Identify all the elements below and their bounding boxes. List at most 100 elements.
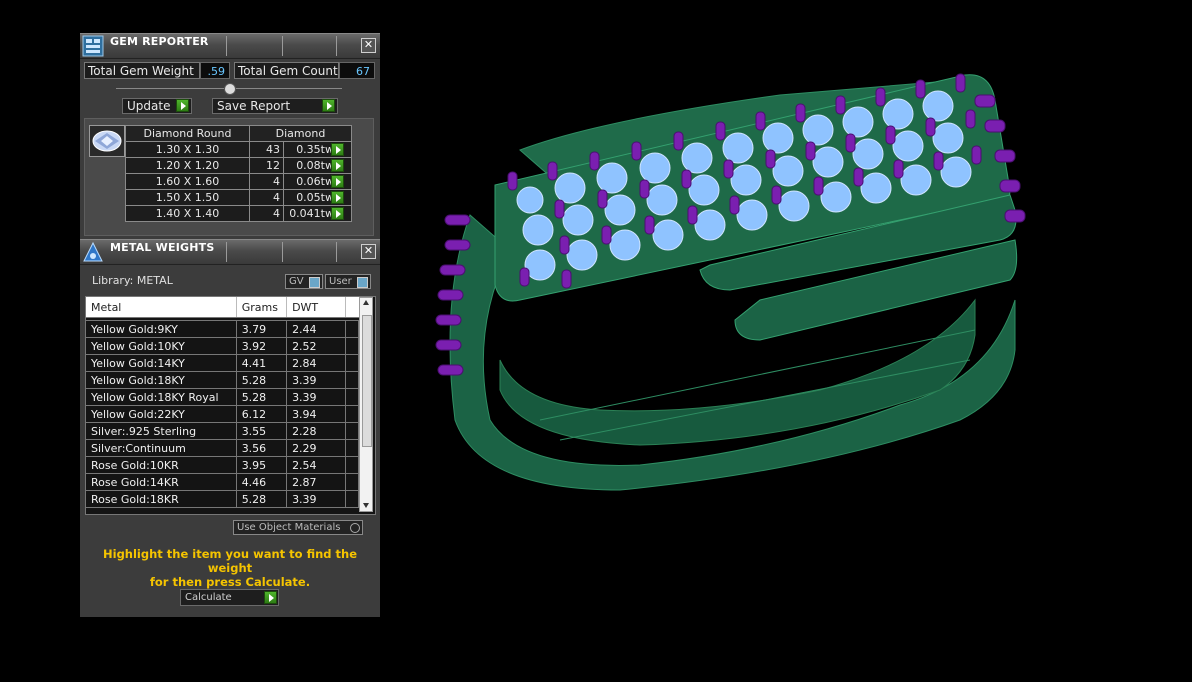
gem-row[interactable]: 1.20 X 1.20 12 0.08tw — [125, 157, 352, 174]
gem-table: Diamond Round Diamond 1.30 X 1.30 43 0.3… — [125, 125, 352, 222]
library-label: Library: METAL — [92, 274, 173, 287]
gem-row-go-icon[interactable] — [331, 191, 344, 204]
user-toggle-label: User — [329, 276, 352, 287]
scroll-thumb[interactable] — [362, 315, 372, 447]
calculate-hint-line-2: for then press Calculate. — [149, 575, 311, 589]
gem-row[interactable]: 1.40 X 1.40 4 0.041tw — [125, 205, 352, 222]
row-extra — [345, 490, 359, 508]
side-prongs — [435, 94, 1026, 376]
gem-count: 4 — [249, 205, 284, 222]
toggle-box-icon — [357, 277, 368, 288]
metal-dwt: 2.44 — [286, 320, 347, 338]
save-report-go-icon[interactable] — [322, 99, 335, 112]
metal-dwt: 2.29 — [286, 439, 347, 457]
col-material-header: Diamond — [249, 125, 352, 142]
total-gem-weight-value: .59 — [200, 62, 230, 79]
metal-grams: 5.28 — [236, 388, 288, 406]
gem-row-go-icon[interactable] — [331, 159, 344, 172]
table-row[interactable]: Silver:Continuum 3.56 2.29 — [86, 439, 359, 457]
gem-row[interactable]: 1.60 X 1.60 4 0.06tw — [125, 173, 352, 190]
metal-name: Yellow Gold:18KY — [86, 371, 237, 389]
row-extra — [345, 473, 359, 491]
row-extra — [345, 422, 359, 440]
metal-table-viewport: Metal Grams DWT Yellow Gold:9KY 3.79 2.44 … — [86, 297, 359, 512]
metal-grams: 5.28 — [236, 490, 288, 508]
close-icon[interactable]: ✕ — [361, 38, 376, 53]
row-extra — [345, 320, 359, 338]
gem-size: 1.20 X 1.20 — [125, 157, 250, 174]
table-row[interactable]: Yellow Gold:18KY 5.28 3.39 — [86, 371, 359, 389]
save-report-button[interactable]: Save Report — [212, 98, 338, 114]
gem-count: 4 — [249, 173, 284, 190]
table-row[interactable]: Rose Gold:18KR 5.28 3.39 — [86, 490, 359, 508]
total-gem-count-label: Total Gem Count — [234, 62, 339, 79]
titlebar-separator — [226, 36, 227, 56]
scroll-down-icon[interactable] — [363, 503, 369, 508]
calculate-hint-line-1: Highlight the item you want to find the … — [103, 547, 357, 575]
use-object-materials-label: Use Object Materials — [237, 522, 341, 533]
titlebar-separator — [282, 36, 283, 56]
metal-dwt: 2.52 — [286, 337, 347, 355]
grams-col-header[interactable]: Grams — [236, 297, 288, 318]
slider-handle-icon[interactable] — [224, 83, 236, 95]
close-icon[interactable]: ✕ — [361, 244, 376, 259]
metal-grams: 3.92 — [236, 337, 288, 355]
table-row[interactable]: Yellow Gold:10KY 3.92 2.52 — [86, 337, 359, 355]
gem-row[interactable]: 1.30 X 1.30 43 0.35tw — [125, 141, 352, 158]
metal-grams: 3.95 — [236, 456, 288, 474]
gem-size: 1.40 X 1.40 — [125, 205, 250, 222]
metal-dwt: 2.54 — [286, 456, 347, 474]
gem-reporter-title: GEM REPORTER — [110, 35, 209, 48]
gem-reporter-icon — [82, 35, 104, 57]
gem-rows — [507, 73, 982, 289]
gem-count: 4 — [249, 189, 284, 206]
gem-reporter-titlebar[interactable]: GEM REPORTER ✕ — [80, 33, 380, 59]
metal-dwt: 2.87 — [286, 473, 347, 491]
metal-col-header[interactable]: Metal — [86, 297, 237, 318]
table-row[interactable]: Silver:.925 Sterling 3.55 2.28 — [86, 422, 359, 440]
metal-name: Rose Gold:14KR — [86, 473, 237, 491]
toggle-box-icon — [309, 277, 320, 288]
gem-row-go-icon[interactable] — [331, 143, 344, 156]
metal-dwt: 3.39 — [286, 490, 347, 508]
update-go-icon[interactable] — [176, 99, 189, 112]
metal-name: Yellow Gold:10KY — [86, 337, 237, 355]
row-extra — [345, 388, 359, 406]
scroll-up-icon[interactable] — [363, 300, 369, 305]
metal-name: Silver:.925 Sterling — [86, 422, 237, 440]
metal-weights-titlebar[interactable]: METAL WEIGHTS ✕ — [80, 239, 380, 265]
table-row[interactable]: Yellow Gold:14KY 4.41 2.84 — [86, 354, 359, 372]
use-object-materials-toggle[interactable]: Use Object Materials — [233, 520, 363, 535]
table-row[interactable]: Yellow Gold:18KY Royal 5.28 3.39 — [86, 388, 359, 406]
titlebar-separator — [282, 242, 283, 262]
metal-grams: 3.56 — [236, 439, 288, 457]
gem-row[interactable]: 1.50 X 1.50 4 0.05tw — [125, 189, 352, 206]
metal-dwt: 2.84 — [286, 354, 347, 372]
table-row[interactable]: Rose Gold:14KR 4.46 2.87 — [86, 473, 359, 491]
metal-weights-icon — [83, 241, 103, 262]
metal-dwt: 2.28 — [286, 422, 347, 440]
table-row[interactable]: Rose Gold:10KR 3.95 2.54 — [86, 456, 359, 474]
update-button-label: Update — [127, 99, 171, 113]
gv-toggle-label: GV — [289, 276, 304, 287]
metal-dwt: 3.39 — [286, 388, 347, 406]
metal-weights-title: METAL WEIGHTS — [110, 241, 215, 254]
metal-grams: 6.12 — [236, 405, 288, 423]
gem-row-go-icon[interactable] — [331, 175, 344, 188]
table-row[interactable]: Yellow Gold:22KY 6.12 3.94 — [86, 405, 359, 423]
table-row[interactable]: Yellow Gold:9KY 3.79 2.44 — [86, 320, 359, 338]
user-toggle[interactable]: User — [325, 274, 371, 289]
gem-row-go-icon[interactable] — [331, 207, 344, 220]
gem-size: 1.50 X 1.50 — [125, 189, 250, 206]
dwt-col-header[interactable]: DWT — [286, 297, 347, 318]
metal-name: Rose Gold:10KR — [86, 456, 237, 474]
ring-model — [449, 74, 1018, 491]
metal-name: Yellow Gold:22KY — [86, 405, 237, 423]
gem-size: 1.30 X 1.30 — [125, 141, 250, 158]
metal-name: Yellow Gold:9KY — [86, 320, 237, 338]
gv-toggle[interactable]: GV — [285, 274, 323, 289]
calculate-go-icon[interactable] — [264, 591, 277, 604]
metal-grams: 3.55 — [236, 422, 288, 440]
metal-table-scrollbar[interactable] — [359, 297, 373, 512]
row-extra — [345, 439, 359, 457]
